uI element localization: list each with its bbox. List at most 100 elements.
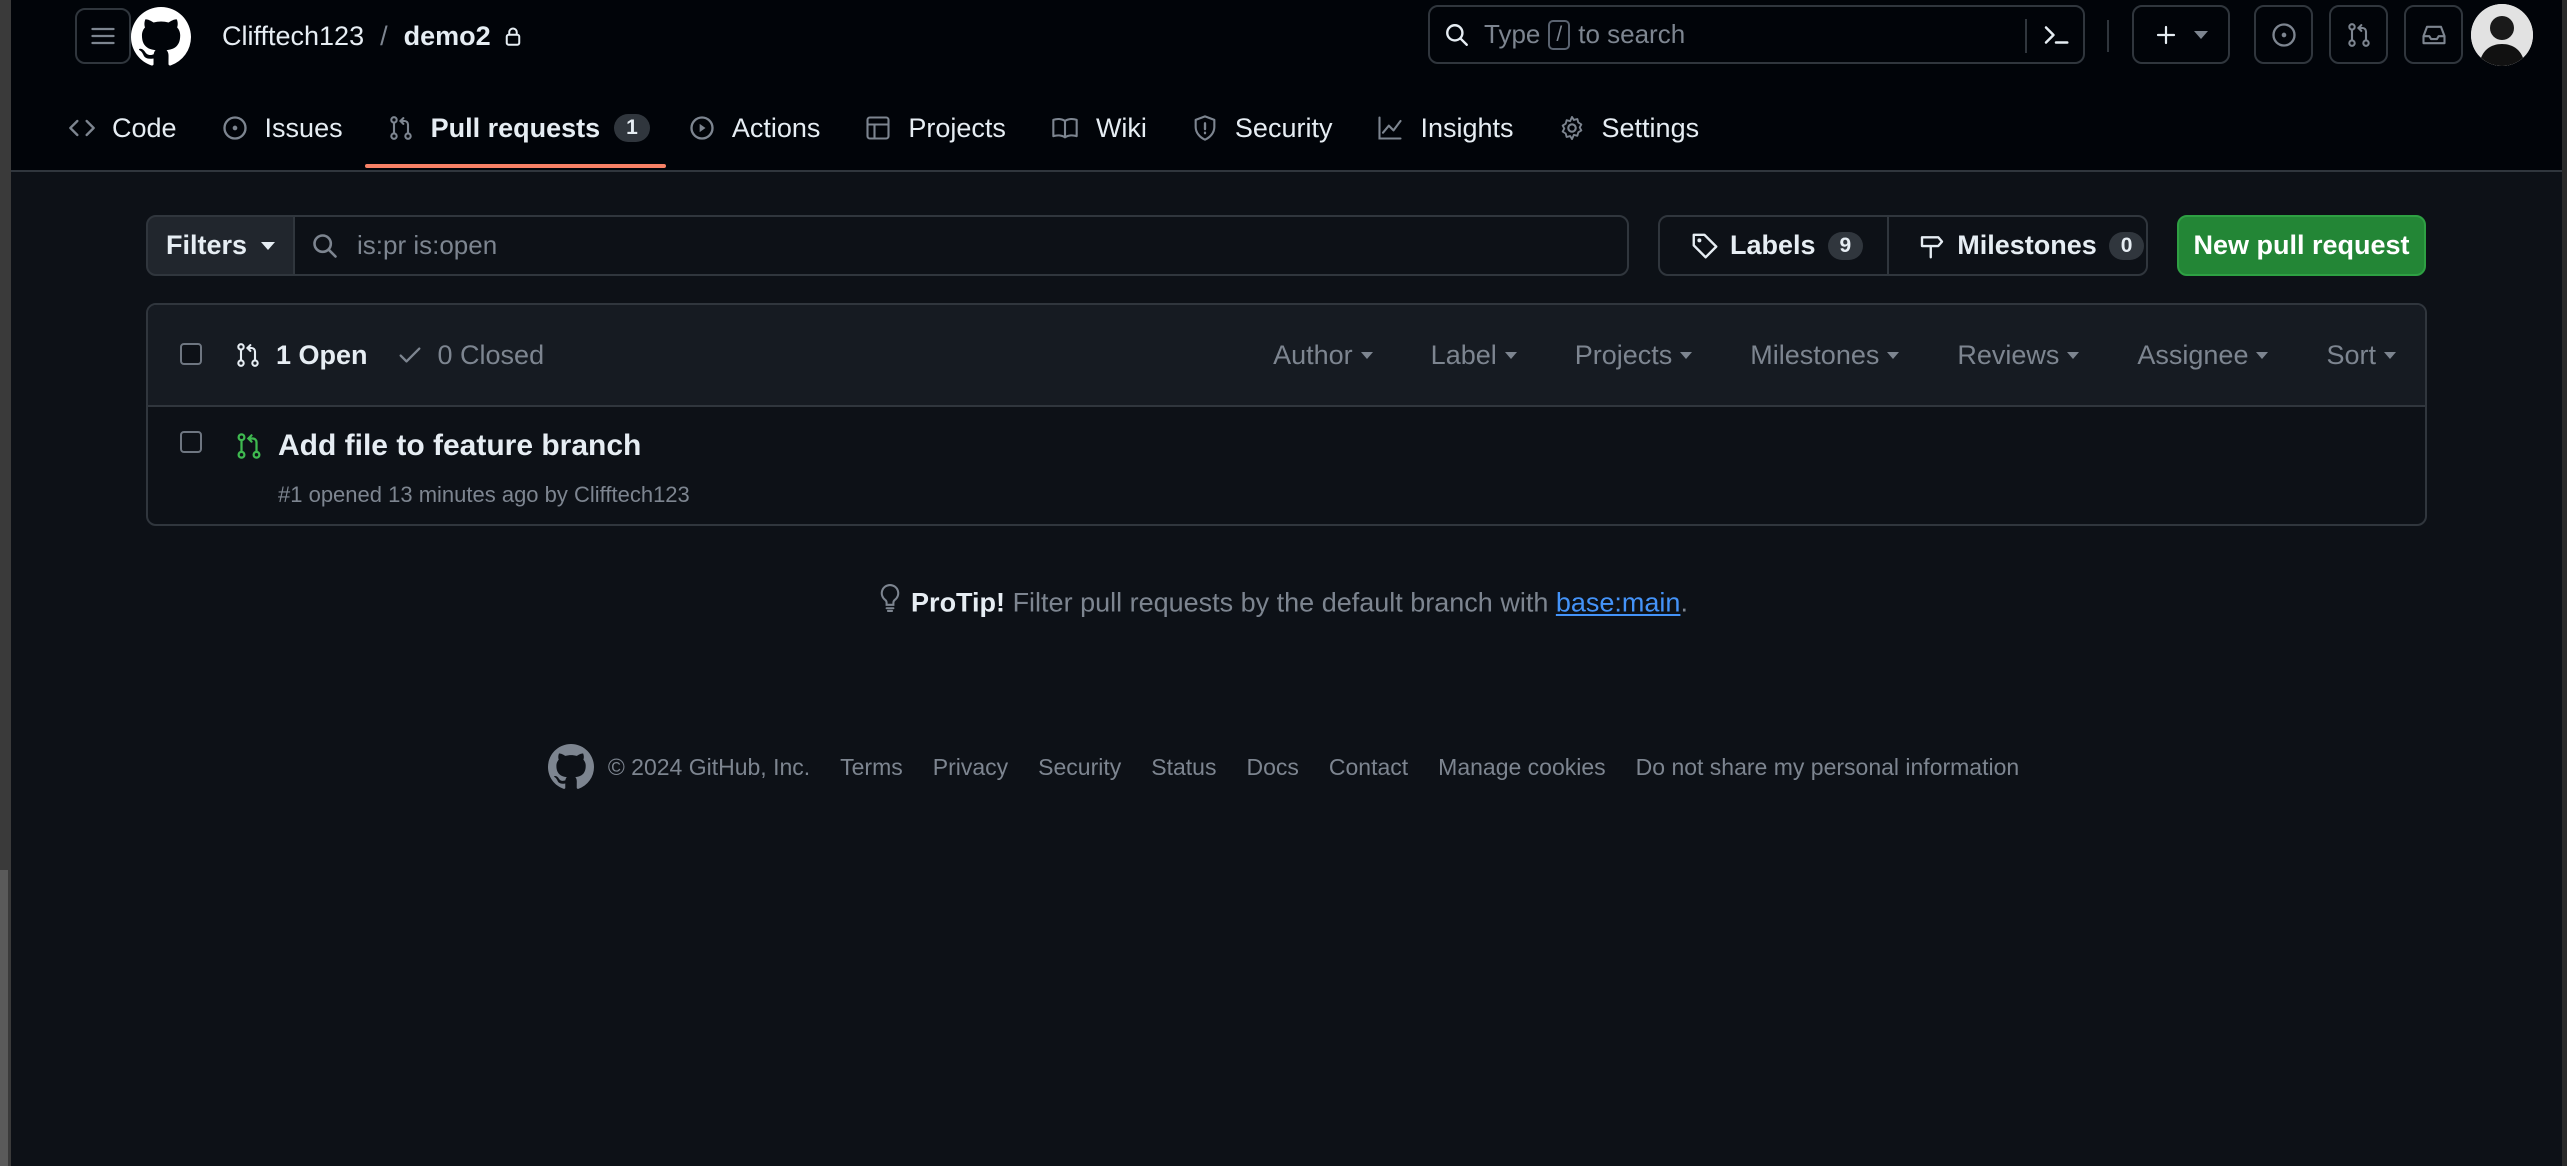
- pr-list-header: 1 Open 0 Closed Author Label Projects Mi…: [148, 305, 2425, 407]
- closed-count-label: 0 Closed: [437, 339, 545, 370]
- issues-button[interactable]: [2254, 5, 2313, 64]
- pr-state-filters: 1 Open 0 Closed: [234, 305, 572, 405]
- footer-link-privacy[interactable]: Privacy: [933, 754, 1008, 781]
- tab-label: Actions: [731, 112, 821, 143]
- chevron-down-icon: [1887, 351, 1900, 359]
- pr-list: 1 Open 0 Closed Author Label Projects Mi…: [146, 303, 2427, 526]
- tab-actions[interactable]: Actions: [666, 90, 843, 166]
- window-scrollbar-thumb[interactable]: [0, 870, 8, 1166]
- global-search-input[interactable]: Type / to search: [1428, 5, 2085, 64]
- filters-label: Filters: [165, 230, 248, 260]
- tab-label: Settings: [1601, 112, 1700, 143]
- chevron-down-icon: [1360, 351, 1373, 359]
- book-icon: [1050, 114, 1080, 142]
- tab-label: Issues: [264, 112, 343, 143]
- search-placeholder-prefix: Type: [1484, 19, 1541, 49]
- milestone-icon: [1917, 231, 1947, 261]
- git-pull-request-icon: [234, 341, 262, 369]
- footer-link-terms[interactable]: Terms: [840, 754, 903, 781]
- closed-filter-link[interactable]: 0 Closed: [396, 339, 545, 371]
- pr-filter-input[interactable]: [355, 229, 1559, 262]
- footer-link-status[interactable]: Status: [1151, 754, 1216, 781]
- select-all-checkbox[interactable]: [180, 343, 202, 365]
- repo-owner-link[interactable]: Clifftech123: [222, 21, 364, 52]
- inbox-icon: [2421, 25, 2446, 44]
- chevron-down-icon: [2194, 30, 2208, 39]
- global-header: Clifftech123 / demo2 Type / to search Co…: [11, 0, 2562, 172]
- check-icon: [396, 341, 424, 369]
- chevron-down-icon: [1680, 351, 1693, 359]
- footer-link-manage-cookies[interactable]: Manage cookies: [1438, 754, 1606, 781]
- footer-link-security[interactable]: Security: [1038, 754, 1121, 781]
- github-logo-icon[interactable]: [131, 7, 191, 67]
- inbox-button[interactable]: [2404, 5, 2463, 64]
- tab-label: Pull requests: [430, 112, 601, 143]
- milestones-count: 0: [2108, 231, 2145, 260]
- milestones-button[interactable]: Milestones 0: [1887, 217, 2168, 274]
- filters-dropdown[interactable]: Filters: [146, 215, 295, 276]
- base-main-link[interactable]: base:main: [1556, 588, 1681, 618]
- tab-label: Code: [112, 112, 177, 143]
- menu-button[interactable]: [75, 8, 131, 64]
- chevron-down-icon: [2256, 351, 2269, 359]
- pull-requests-button[interactable]: [2329, 5, 2388, 64]
- label-filter-label: Label: [1430, 339, 1497, 370]
- git-pull-request-icon: [387, 114, 415, 142]
- label-filter[interactable]: Label: [1402, 340, 1546, 371]
- pr-title-link[interactable]: Add file to feature branch: [278, 429, 641, 463]
- code-icon: [68, 114, 96, 142]
- tab-insights[interactable]: Insights: [1354, 90, 1535, 166]
- tab-label: Security: [1234, 112, 1333, 143]
- command-palette-icon[interactable]: [2040, 20, 2072, 50]
- sort-dropdown[interactable]: Sort: [2297, 340, 2425, 371]
- footer-link-do-not-share[interactable]: Do not share my personal information: [1636, 754, 2020, 781]
- new-pull-request-button[interactable]: New pull request: [2177, 215, 2426, 276]
- milestones-label: Milestones: [1957, 230, 2097, 260]
- create-new-button[interactable]: [2132, 5, 2230, 64]
- sort-filter-bar: Author Label Projects Milestones Reviews…: [1244, 305, 2425, 405]
- left-window-edge: [0, 0, 11, 1166]
- shield-icon: [1191, 114, 1219, 142]
- chevron-down-icon: [2384, 351, 2396, 359]
- tab-code[interactable]: Code: [22, 90, 199, 166]
- git-pull-request-icon: [2347, 22, 2370, 47]
- avatar[interactable]: [2471, 4, 2533, 66]
- tab-projects[interactable]: Projects: [842, 90, 1028, 166]
- footer-link-contact[interactable]: Contact: [1329, 754, 1408, 781]
- milestones-filter[interactable]: Milestones: [1721, 340, 1928, 371]
- assignee-filter[interactable]: Assignee: [2108, 340, 2297, 371]
- right-window-edge: [2562, 0, 2567, 1166]
- protip-label: ProTip!: [911, 587, 1006, 618]
- tab-security[interactable]: Security: [1169, 90, 1355, 166]
- graph-icon: [1376, 114, 1404, 142]
- pull-request-count: 1: [614, 114, 650, 142]
- tab-settings[interactable]: Settings: [1536, 90, 1722, 166]
- github-footer-logo-icon[interactable]: [547, 744, 594, 790]
- author-filter[interactable]: Author: [1244, 340, 1402, 371]
- reviews-filter[interactable]: Reviews: [1928, 340, 2108, 371]
- chevron-down-icon: [261, 241, 276, 250]
- tab-issues[interactable]: Issues: [199, 90, 365, 166]
- tab-label: Insights: [1420, 112, 1514, 143]
- labels-button[interactable]: Labels 9: [1660, 217, 1887, 274]
- search-placeholder-suffix: to search: [1578, 19, 1686, 49]
- tab-pull-requests[interactable]: Pull requests 1: [364, 90, 667, 168]
- author-filter-label: Author: [1273, 339, 1353, 370]
- projects-filter[interactable]: Projects: [1546, 340, 1722, 371]
- protip-end: .: [1680, 587, 1688, 618]
- issue-opened-icon: [221, 114, 249, 142]
- protip: ProTip! Filter pull requests by the defa…: [0, 583, 2567, 623]
- pr-meta: #1 opened 13 minutes ago by Clifftech123: [278, 482, 690, 507]
- sort-label: Sort: [2326, 339, 2376, 370]
- tag-icon: [1690, 231, 1720, 261]
- open-filter-link[interactable]: 1 Open: [234, 340, 368, 371]
- pr-select-checkbox[interactable]: [180, 431, 202, 453]
- light-bulb-icon: [879, 583, 901, 620]
- footer-link-docs[interactable]: Docs: [1246, 754, 1298, 781]
- breadcrumb: Clifftech123 / demo2: [222, 0, 523, 72]
- projects-filter-label: Projects: [1574, 339, 1673, 370]
- pr-filter-field[interactable]: [293, 215, 1629, 276]
- play-icon: [688, 114, 716, 142]
- tab-wiki[interactable]: Wiki: [1028, 90, 1169, 166]
- repo-name-link[interactable]: demo2: [404, 21, 491, 52]
